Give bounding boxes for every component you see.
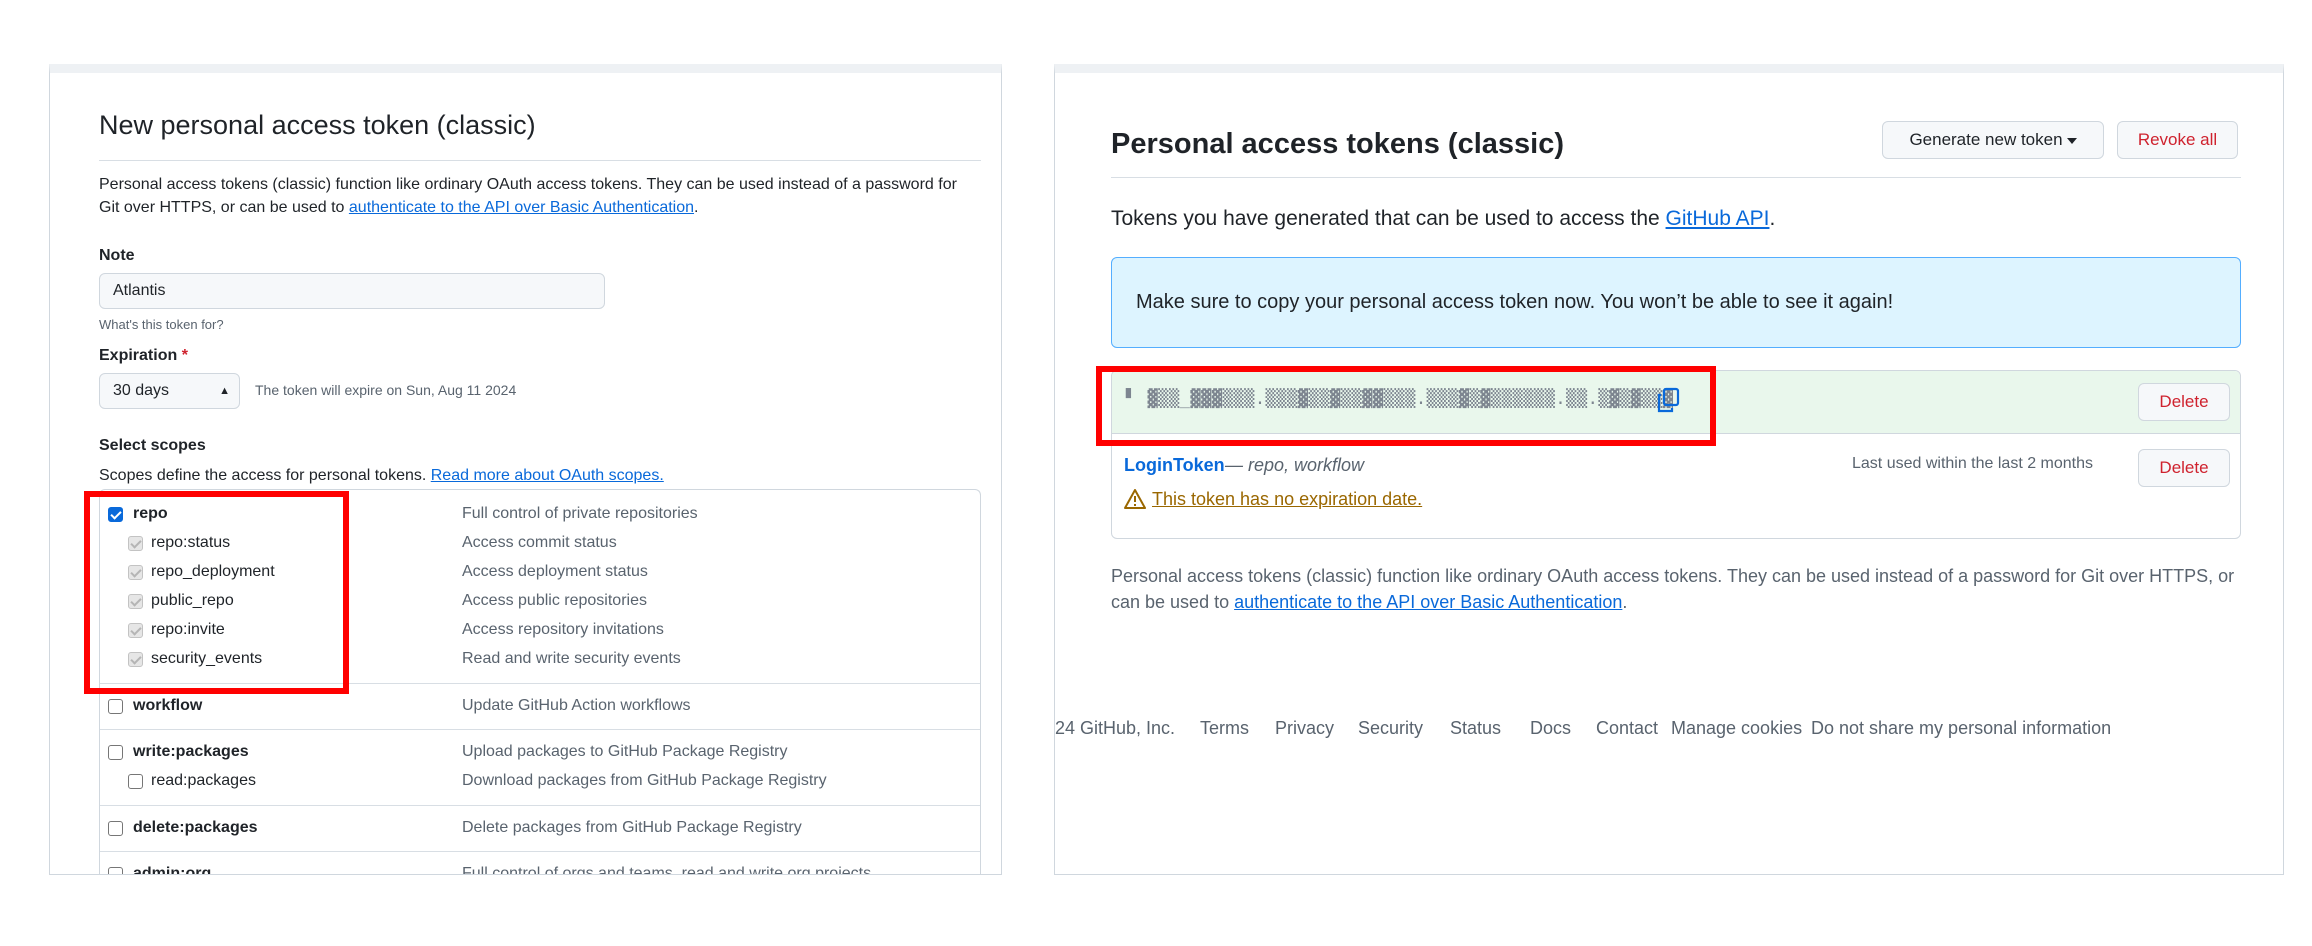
expiration-select[interactable]: 30 days ▲	[99, 373, 240, 409]
generate-token-button[interactable]: Generate new token	[1882, 121, 2104, 159]
scope-name: admin:org	[133, 865, 212, 875]
scope-name: write:packages	[133, 743, 249, 760]
oauth-scopes-link[interactable]: Read more about OAuth scopes.	[431, 467, 664, 484]
new-token-panel: New personal access token (classic) Pers…	[49, 64, 1002, 875]
note-hint: What's this token for?	[99, 317, 224, 332]
scope-row: delete:packages Delete packages from GitH…	[100, 814, 980, 843]
token-scopes: — repo, workflow	[1225, 455, 1365, 475]
token-name-link[interactable]: LoginToken	[1124, 455, 1225, 476]
scope-description: Full control of orgs and teams, read and…	[462, 865, 872, 875]
delete-token-button[interactable]: Delete	[2138, 449, 2230, 487]
expiration-note: The token will expire on Sun, Aug 11 202…	[255, 382, 517, 398]
expiration-label: Expiration *	[99, 347, 188, 365]
scope-row: workflow Update GitHub Action workflows	[100, 692, 980, 721]
scope-name: read:packages	[151, 772, 256, 789]
note-input[interactable]: Atlantis	[99, 273, 605, 309]
github-api-link[interactable]: GitHub API	[1666, 207, 1770, 230]
scope-checkbox[interactable]	[108, 821, 123, 836]
delete-new-token-button[interactable]: Delete	[2138, 383, 2230, 421]
scope-description: Update GitHub Action workflows	[462, 697, 691, 714]
intro-suffix: .	[1769, 207, 1776, 230]
scope-description: Read and write security events	[462, 650, 681, 667]
footer-link[interactable]: Terms	[1200, 718, 1249, 739]
divider	[1111, 177, 2241, 178]
footer-link[interactable]: Manage cookies	[1671, 718, 1802, 739]
new-token-highlight	[1096, 366, 1716, 446]
scope-description: Delete packages from GitHub Package Regi…	[462, 819, 802, 836]
required-marker: *	[181, 347, 188, 364]
scope-checkbox[interactable]	[108, 867, 123, 874]
scope-description: Full control of private repositories	[462, 505, 698, 522]
scopes-description: Scopes define the access for personal to…	[99, 467, 664, 485]
select-scopes-label: Select scopes	[99, 437, 206, 454]
scope-divider	[100, 805, 980, 806]
footer-desc-suffix: .	[1622, 592, 1628, 612]
scope-row: write:packages Upload packages to GitHub …	[100, 738, 980, 767]
token-description: Personal access tokens (classic) functio…	[99, 173, 979, 219]
expiration-label-text: Expiration	[99, 347, 178, 364]
scope-checkbox[interactable]	[108, 745, 123, 760]
scope-description: Access public repositories	[462, 592, 647, 609]
footer-link[interactable]: Contact	[1596, 718, 1658, 739]
scope-description: Access commit status	[462, 534, 617, 551]
scope-description: Upload packages to GitHub Package Regist…	[462, 743, 788, 760]
scope-checkbox[interactable]	[128, 774, 143, 789]
token-last-used: Last used within the last 2 months	[1852, 455, 2094, 472]
scope-name: workflow	[133, 697, 203, 714]
expiration-value: 30 days	[113, 382, 170, 399]
repo-scope-highlight	[84, 491, 349, 694]
divider	[99, 160, 981, 161]
description-suffix: .	[694, 199, 699, 216]
footer-link[interactable]: Do not share my personal information	[1811, 718, 2111, 739]
scopes-desc-text: Scopes define the access for personal to…	[99, 467, 431, 484]
basic-auth-link[interactable]: authenticate to the API over Basic Authe…	[1234, 592, 1622, 612]
scope-row: admin:org Full control of orgs and teams,…	[100, 860, 980, 875]
scope-description: Download packages from GitHub Package Re…	[462, 772, 827, 789]
tokens-panel: Personal access tokens (classic) Generat…	[1054, 64, 2284, 875]
copyright-text: 24 GitHub, Inc.	[1055, 718, 1176, 738]
revoke-all-button[interactable]: Revoke all	[2117, 121, 2238, 159]
tokens-intro: Tokens you have generated that can be us…	[1111, 207, 1775, 231]
generate-token-label: Generate new token	[1909, 130, 2063, 149]
scope-description: Access repository invitations	[462, 621, 664, 638]
scope-divider	[100, 729, 980, 730]
scope-row: read:packages Download packages from GitH…	[100, 767, 980, 796]
basic-auth-link[interactable]: authenticate to the API over Basic Authe…	[349, 199, 694, 216]
page-title: Personal access tokens (classic)	[1111, 128, 1564, 160]
scope-name: delete:packages	[133, 819, 258, 836]
warning-icon	[1124, 489, 1146, 509]
no-expiration-warning[interactable]: This token has no expiration date.	[1152, 489, 1422, 510]
scope-checkbox[interactable]	[108, 699, 123, 714]
scope-description: Access deployment status	[462, 563, 648, 580]
footer-link[interactable]: Security	[1358, 718, 1423, 739]
footer-link[interactable]: Privacy	[1275, 718, 1334, 739]
caret-down-icon	[2066, 137, 2077, 144]
page-title: New personal access token (classic)	[99, 110, 536, 140]
select-arrows-icon: ▲	[219, 385, 230, 397]
tokens-footer-description: Personal access tokens (classic) functio…	[1111, 563, 2241, 615]
intro-text: Tokens you have generated that can be us…	[1111, 207, 1666, 230]
scope-divider	[100, 851, 980, 852]
footer-link[interactable]: Docs	[1530, 718, 1571, 739]
footer-link[interactable]: Status	[1450, 718, 1501, 739]
note-label: Note	[99, 247, 135, 264]
copy-token-flash: Make sure to copy your personal access t…	[1111, 257, 2241, 348]
